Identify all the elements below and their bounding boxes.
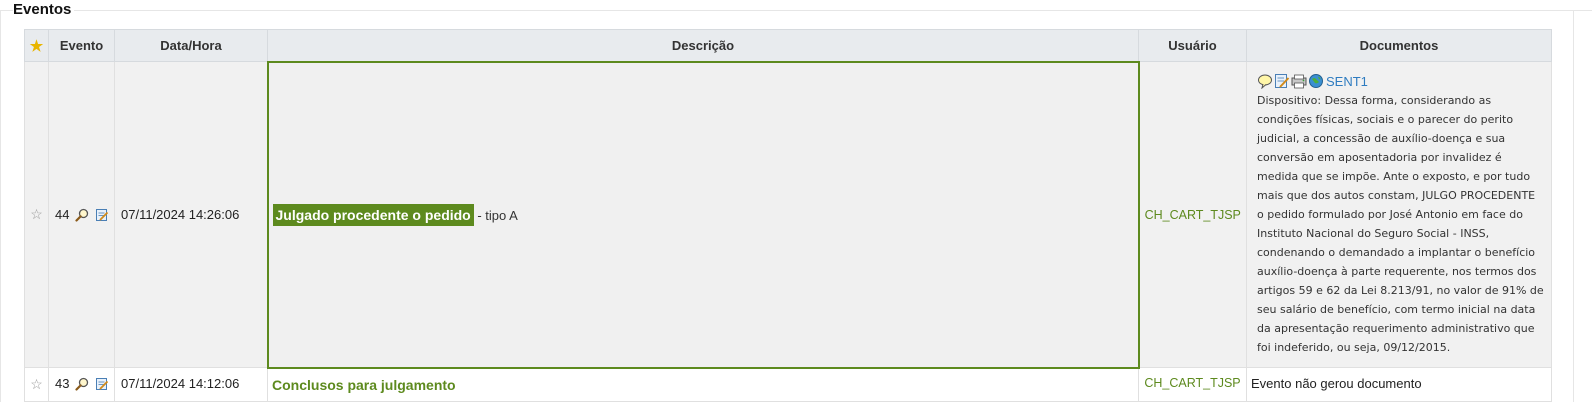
user-cell: CH_CART_TJSP [1138,367,1247,402]
star-cell: ☆ [24,61,49,368]
magnifier-icon[interactable] [75,377,89,391]
evento-cell: 44 [48,61,115,368]
star-header[interactable]: ★ [24,29,49,62]
star-outline-icon[interactable]: ☆ [30,376,43,392]
event-description-badge[interactable]: Julgado procedente o pedido [272,203,474,226]
event-number: 44 [55,207,70,222]
datetime-cell: 07/11/2024 14:12:06 [114,367,268,402]
column-header-evento[interactable]: Evento [48,29,115,62]
evento-cell: 43 [48,367,115,402]
event-type-suffix: - tipo A [477,207,518,223]
table-row: ☆ 43 07/11/2024 14:12:06 Conclusos para … [24,367,1552,402]
table-header-row: ★ Evento Data/Hora Descrição Usuário Doc… [24,29,1552,62]
column-header-descricao[interactable]: Descrição [267,29,1139,62]
fieldset-border-right [1573,10,1574,402]
globe-icon[interactable] [1308,73,1324,89]
star-cell: ☆ [24,367,49,402]
datetime-cell: 07/11/2024 14:26:06 [114,61,268,368]
edit-note-icon[interactable] [1274,73,1290,89]
no-document-text: Evento não gerou documento [1251,376,1422,391]
event-description-link[interactable]: Conclusos para julgamento [268,377,456,393]
column-header-documentos[interactable]: Documentos [1246,29,1552,62]
edit-document-icon[interactable] [95,208,109,222]
star-filled-icon: ★ [29,37,44,55]
event-number: 43 [55,376,70,391]
events-table: ★ Evento Data/Hora Descrição Usuário Doc… [24,29,1552,402]
star-outline-icon[interactable]: ☆ [30,206,43,222]
document-icons: SENT1 [1257,72,1545,90]
table-row: ☆ 44 07/11/2024 14:26:06 Julgado procede… [24,60,1552,369]
description-cell: Conclusos para julgamento [267,367,1139,402]
column-header-usuario[interactable]: Usuário [1138,29,1247,62]
document-link-sent1[interactable]: SENT1 [1326,74,1368,89]
magnifier-icon[interactable] [75,208,89,222]
section-title: Eventos [13,1,75,19]
document-excerpt: Dispositivo: Dessa forma, considerando a… [1257,94,1544,354]
description-cell-selected: Julgado procedente o pedido - tipo A [266,60,1140,369]
user-cell: CH_CART_TJSP [1138,61,1247,368]
documents-cell: Evento não gerou documento [1246,367,1552,402]
printer-icon[interactable] [1291,73,1307,89]
edit-document-icon[interactable] [95,377,109,391]
column-header-datahora[interactable]: Data/Hora [114,29,268,62]
fieldset-border [0,10,1592,11]
fieldset-border-left [0,10,1,402]
speech-bubble-icon[interactable] [1257,73,1273,89]
documents-cell: SENT1 Dispositivo: Dessa forma, consider… [1246,61,1552,368]
